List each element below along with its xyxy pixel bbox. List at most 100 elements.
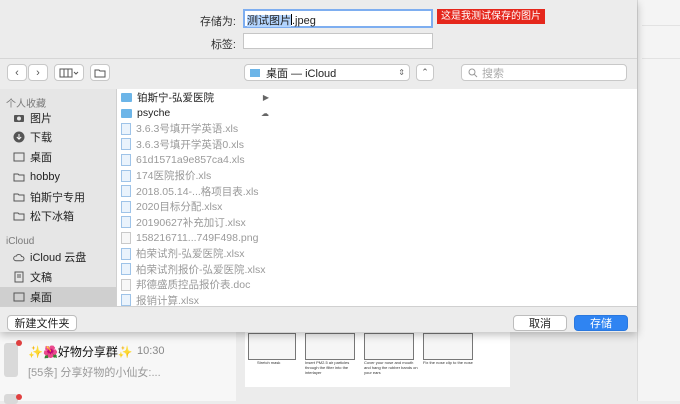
back-button[interactable]: ‹ bbox=[7, 64, 27, 81]
file-row[interactable]: 柏荣试剂-弘爱医院.xlsx bbox=[117, 246, 274, 261]
file-name: 铂斯宁-弘爱医院 bbox=[137, 92, 214, 104]
spreadsheet-icon bbox=[121, 153, 131, 166]
spreadsheet-icon bbox=[121, 169, 131, 182]
columns-view-icon bbox=[59, 68, 79, 77]
chat-preview: [55条] 分享好物的小仙女:... bbox=[28, 367, 161, 379]
forward-button[interactable]: › bbox=[28, 64, 48, 81]
spreadsheet-icon bbox=[121, 263, 131, 276]
file-name: 3.6.3号填开学英语.xls bbox=[136, 123, 239, 136]
mask-illustration bbox=[248, 333, 296, 360]
sidebar-item-downloads[interactable]: 下载 bbox=[0, 127, 116, 147]
sidebar-item-panasonic[interactable]: 松下冰箱 bbox=[0, 206, 116, 226]
folder-row[interactable]: 铂斯宁-弘爱医院 ▶ bbox=[117, 90, 274, 105]
avatar[interactable] bbox=[4, 343, 18, 377]
divider bbox=[642, 25, 680, 26]
mask-illustration bbox=[364, 333, 414, 360]
search-icon bbox=[468, 68, 478, 77]
sidebar-item-label: 文稿 bbox=[30, 272, 52, 284]
sidebar-item-label: 松下冰箱 bbox=[30, 211, 74, 223]
file-row[interactable]: 报销计算.xlsx bbox=[117, 293, 274, 306]
sidebar: 个人收藏 图片 下载 桌面 hobby 铂斯宁专用 松下冰箱 iCloud iC… bbox=[0, 89, 116, 307]
file-name: 2018.05.14-...格项目表.xls bbox=[136, 185, 259, 198]
spreadsheet-icon bbox=[121, 247, 131, 260]
file-row[interactable]: 61d1571a9e857ca4.xls bbox=[117, 152, 274, 167]
sidebar-item-label: 铂斯宁专用 bbox=[30, 192, 85, 204]
sidebar-item-label: 下载 bbox=[30, 132, 52, 144]
desktop-icon bbox=[249, 67, 261, 79]
file-name: 邦德盛质控品报价表.doc bbox=[136, 279, 251, 292]
sidebar-item-desktop[interactable]: 桌面 bbox=[0, 147, 116, 167]
file-browser-column: 铂斯宁-弘爱医院 ▶ psyche ☁ 3.6.3号填开学英语.xls 3.6.3号填开学… bbox=[116, 89, 275, 306]
sidebar-item-pictures[interactable]: 图片 bbox=[0, 108, 116, 128]
image-caption: Cover your nose and mouth and hang the r… bbox=[364, 360, 418, 375]
tags-label: 标签: bbox=[210, 39, 236, 51]
chat-time: 10:30 bbox=[137, 345, 165, 357]
tags-input[interactable] bbox=[243, 33, 433, 49]
mask-illustration bbox=[423, 333, 473, 360]
folder-icon bbox=[121, 93, 132, 102]
file-row[interactable]: 174医院报价.xls bbox=[117, 168, 274, 183]
spreadsheet-icon bbox=[121, 138, 131, 151]
folder-icon bbox=[121, 108, 132, 118]
file-row[interactable]: 2018.05.14-...格项目表.xls bbox=[117, 184, 274, 199]
file-name: 61d1571a9e857ca4.xls bbox=[136, 153, 245, 166]
sidebar-item-label: 桌面 bbox=[30, 292, 52, 304]
file-row[interactable]: 2020目标分配.xlsx bbox=[117, 199, 274, 214]
mask-illustration bbox=[305, 333, 355, 360]
file-row[interactable]: 3.6.3号填开学英语0.xls bbox=[117, 137, 274, 152]
file-row[interactable]: 158216711...749F498.png bbox=[117, 230, 274, 245]
file-name: 2020目标分配.xlsx bbox=[136, 201, 223, 214]
cancel-button[interactable]: 取消 bbox=[513, 315, 567, 331]
image-caption: Fix the nose clip to the nose bbox=[423, 360, 473, 365]
save-button[interactable]: 存储 bbox=[574, 315, 628, 331]
search-field[interactable]: 搜索 bbox=[461, 64, 627, 81]
file-name: 3.6.3号填开学英语0.xls bbox=[136, 138, 244, 151]
new-folder-button[interactable]: 新建文件夹 bbox=[7, 315, 77, 331]
file-name: 柏荣试剂报价-弘爱医院.xlsx bbox=[136, 263, 266, 276]
folder-icon bbox=[94, 69, 106, 77]
file-name: 20190627补充加订.xlsx bbox=[136, 216, 246, 229]
file-name: 柏荣试剂-弘爱医院.xlsx bbox=[136, 248, 245, 260]
folder-icon bbox=[13, 191, 25, 203]
desktop-icon bbox=[13, 291, 25, 303]
chat-title[interactable]: ✨🌺好物分享群✨ bbox=[28, 343, 133, 360]
annotation-note: 这是我测试保存的图片 bbox=[437, 9, 545, 24]
location-label: 桌面 — iCloud bbox=[266, 67, 337, 80]
folder-icon bbox=[13, 171, 25, 183]
image-caption: Insert PM2.5 air particles through the f… bbox=[305, 360, 350, 375]
file-row[interactable]: 邦德盛质控品报价表.doc bbox=[117, 277, 274, 292]
spreadsheet-icon bbox=[121, 185, 131, 198]
cloud-icon: ☁ bbox=[261, 108, 269, 118]
save-dialog: 存储为: 测试图片.jpeg 这是我测试保存的图片 标签: ‹ › 桌面 — i… bbox=[0, 0, 637, 332]
view-mode-button[interactable] bbox=[54, 64, 84, 81]
file-name: 158216711...749F498.png bbox=[136, 231, 259, 244]
folder-row[interactable]: psyche ☁ bbox=[117, 106, 274, 121]
file-name: 174医院报价.xls bbox=[136, 170, 212, 182]
chevron-left-icon: ‹ bbox=[15, 66, 19, 79]
expand-toggle-button[interactable]: ⌃ bbox=[416, 64, 434, 81]
sidebar-item-label: 桌面 bbox=[30, 152, 52, 164]
file-row[interactable]: 柏荣试剂报价-弘爱医院.xlsx bbox=[117, 262, 274, 277]
chevron-up-icon: ⌃ bbox=[421, 67, 429, 77]
location-popup[interactable]: 桌面 — iCloud ⇕ bbox=[244, 64, 410, 81]
folder-icon bbox=[13, 210, 25, 222]
download-icon bbox=[13, 131, 25, 143]
cloud-icon bbox=[13, 251, 25, 263]
file-row[interactable]: 3.6.3号填开学英语.xls bbox=[117, 121, 274, 136]
unread-badge bbox=[16, 340, 22, 346]
sidebar-item-hobby[interactable]: hobby bbox=[0, 167, 116, 187]
divider bbox=[0, 58, 637, 59]
disclosure-arrow-icon: ▶ bbox=[262, 93, 269, 102]
filename-input[interactable]: 测试图片.jpeg bbox=[243, 9, 433, 28]
sidebar-item-documents[interactable]: 文稿 bbox=[0, 267, 116, 287]
file-icon bbox=[121, 278, 131, 291]
new-folder-toolbar-button[interactable] bbox=[90, 64, 110, 81]
file-row[interactable]: 20190627补充加订.xlsx bbox=[117, 215, 274, 230]
camera-icon bbox=[13, 112, 25, 124]
sidebar-item-bosining[interactable]: 铂斯宁专用 bbox=[0, 187, 116, 207]
chevron-right-icon: › bbox=[36, 66, 40, 79]
sidebar-item-icloud-desktop[interactable]: 桌面 bbox=[0, 287, 116, 307]
document-icon bbox=[13, 271, 25, 283]
file-name: 报销计算.xlsx bbox=[136, 294, 199, 306]
sidebar-item-icloud-drive[interactable]: iCloud 云盘 bbox=[0, 247, 116, 267]
